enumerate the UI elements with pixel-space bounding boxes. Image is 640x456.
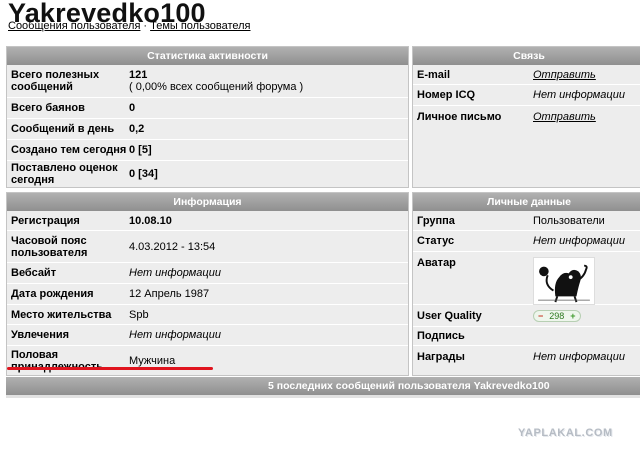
- contact-value-wrap: Отправить: [533, 111, 596, 123]
- info-value: Нет информации: [129, 329, 221, 341]
- personal-label: Статус: [417, 235, 455, 247]
- user-links: Сообщения пользователя · Темы пользователя: [8, 20, 251, 32]
- info-label: Место жительства: [11, 308, 112, 321]
- email-send-link[interactable]: Отправить: [533, 69, 596, 81]
- contact-label: Личное письмо: [417, 110, 502, 123]
- avatar: [533, 257, 595, 305]
- info-row-location: Место жительства Spb: [7, 305, 408, 325]
- personal-rows: Группа Пользователи Статус Нет информаци…: [413, 211, 640, 367]
- personal-label: Аватар: [417, 257, 456, 269]
- activity-stats-title: Статистика активности: [7, 47, 408, 65]
- recent-posts-header: 5 последних сообщений пользователя Yakre…: [6, 377, 640, 395]
- stat-value-wrap: 121( 0,00% всех сообщений форума ): [129, 69, 303, 93]
- quality-wrap: − 298 +: [533, 309, 581, 322]
- info-title: Информация: [7, 193, 408, 211]
- personal-title: Личные данные: [413, 193, 640, 211]
- contact-value-wrap: Отправить: [533, 69, 596, 81]
- info-row-registration: Регистрация 10.08.10: [7, 211, 408, 231]
- stat-label: Всего полезных сообщений: [11, 69, 100, 93]
- quality-minus-icon[interactable]: −: [538, 310, 543, 322]
- contact-panel: Связь E-mail Отправить Номер ICQ Нет инф…: [412, 46, 640, 188]
- info-label: Часовой пояс пользователя: [11, 234, 88, 259]
- personal-value: Пользователи: [533, 214, 605, 227]
- personal-value: Нет информации: [533, 235, 625, 247]
- site-watermark: YAPLAKAL.COM: [518, 427, 613, 439]
- stat-row-posts-per-day: Сообщений в день 0,2: [7, 119, 408, 140]
- info-value: Мужчина: [129, 355, 176, 367]
- info-value: 10.08.10: [129, 214, 172, 227]
- pm-send-link[interactable]: Отправить: [533, 111, 596, 123]
- stat-row-useful-posts: Всего полезных сообщений 121( 0,00% всех…: [7, 65, 408, 98]
- stat-value: 0 [34]: [129, 168, 158, 180]
- quality-plus-icon[interactable]: +: [570, 310, 575, 322]
- quality-value: 298: [549, 310, 565, 321]
- info-value: 4.03.2012 - 13:54: [129, 240, 216, 253]
- stat-label: Поставлено оценок сегодня: [11, 162, 118, 186]
- avatar-wrap: [533, 257, 595, 308]
- info-label: Дата рождения: [11, 288, 94, 300]
- stat-share: ( 0,00% всех сообщений форума ): [129, 81, 304, 93]
- info-row-birthday: Дата рождения 12 Апрель 1987: [7, 284, 408, 305]
- info-label: Увлечения: [11, 329, 70, 341]
- info-value: 12 Апрель 1987: [129, 288, 210, 300]
- info-value: Нет информации: [129, 267, 221, 279]
- highlight-underline: [7, 367, 213, 370]
- personal-row-status: Статус Нет информации: [413, 231, 640, 252]
- stat-label: Всего баянов: [11, 102, 85, 114]
- personal-row-avatar: Аватар: [413, 252, 640, 305]
- contact-row-pm: Личное письмо Отправить: [413, 106, 640, 127]
- personal-label: Группа: [417, 214, 455, 227]
- info-row-gender: Половая принадлежность Мужчина: [7, 346, 408, 376]
- recent-posts-body: [6, 395, 640, 398]
- stat-row-ratings-today: Поставлено оценок сегодня 0 [34]: [7, 161, 408, 187]
- info-row-timezone: Часовой пояс пользователя 4.03.2012 - 13…: [7, 231, 408, 263]
- personal-data-panel: Личные данные Группа Пользователи Статус…: [412, 192, 640, 376]
- personal-row-group: Группа Пользователи: [413, 211, 640, 231]
- user-posts-link[interactable]: Сообщения пользователя: [8, 20, 140, 32]
- personal-row-quality: User Quality − 298 +: [413, 305, 640, 327]
- stat-label: Создано тем сегодня: [11, 144, 127, 156]
- stat-value: 0: [129, 102, 136, 114]
- stat-value: 0 [5]: [129, 144, 152, 156]
- stat-row-bayans: Всего баянов 0: [7, 98, 408, 119]
- personal-label: User Quality: [417, 309, 482, 322]
- contact-rows: E-mail Отправить Номер ICQ Нет информаци…: [413, 65, 640, 127]
- personal-row-signature: Подпись: [413, 327, 640, 346]
- contact-row-email: E-mail Отправить: [413, 65, 640, 85]
- personal-value: Нет информации: [533, 350, 625, 363]
- contact-title: Связь: [413, 47, 640, 65]
- info-label: Вебсайт: [11, 267, 57, 279]
- stat-label: Сообщений в день: [11, 123, 115, 135]
- stat-value: 121: [129, 69, 148, 81]
- contact-row-icq: Номер ICQ Нет информации: [413, 85, 640, 106]
- contact-label: Номер ICQ: [417, 89, 476, 101]
- activity-stats-rows: Всего полезных сообщений 121( 0,00% всех…: [7, 65, 408, 187]
- personal-row-awards: Награды Нет информации: [413, 346, 640, 367]
- personal-label: Награды: [417, 350, 465, 363]
- user-topics-link[interactable]: Темы пользователя: [150, 20, 250, 32]
- personal-label: Подпись: [417, 330, 465, 342]
- stat-value: 0,2: [129, 123, 145, 135]
- user-quality-badge: − 298 +: [533, 309, 581, 322]
- info-row-website: Вебсайт Нет информации: [7, 263, 408, 284]
- link-separator: ·: [143, 20, 148, 32]
- info-rows: Регистрация 10.08.10 Часовой пояс пользо…: [7, 211, 408, 376]
- contact-value: Нет информации: [533, 89, 625, 101]
- contact-label: E-mail: [417, 68, 451, 81]
- activity-stats-panel: Статистика активности Всего полезных соо…: [6, 46, 409, 188]
- info-value: Spb: [129, 308, 149, 321]
- info-panel: Информация Регистрация 10.08.10 Часовой …: [6, 192, 409, 376]
- info-row-hobbies: Увлечения Нет информации: [7, 325, 408, 346]
- info-label: Регистрация: [11, 214, 80, 227]
- stat-row-topics-today: Создано тем сегодня 0 [5]: [7, 140, 408, 161]
